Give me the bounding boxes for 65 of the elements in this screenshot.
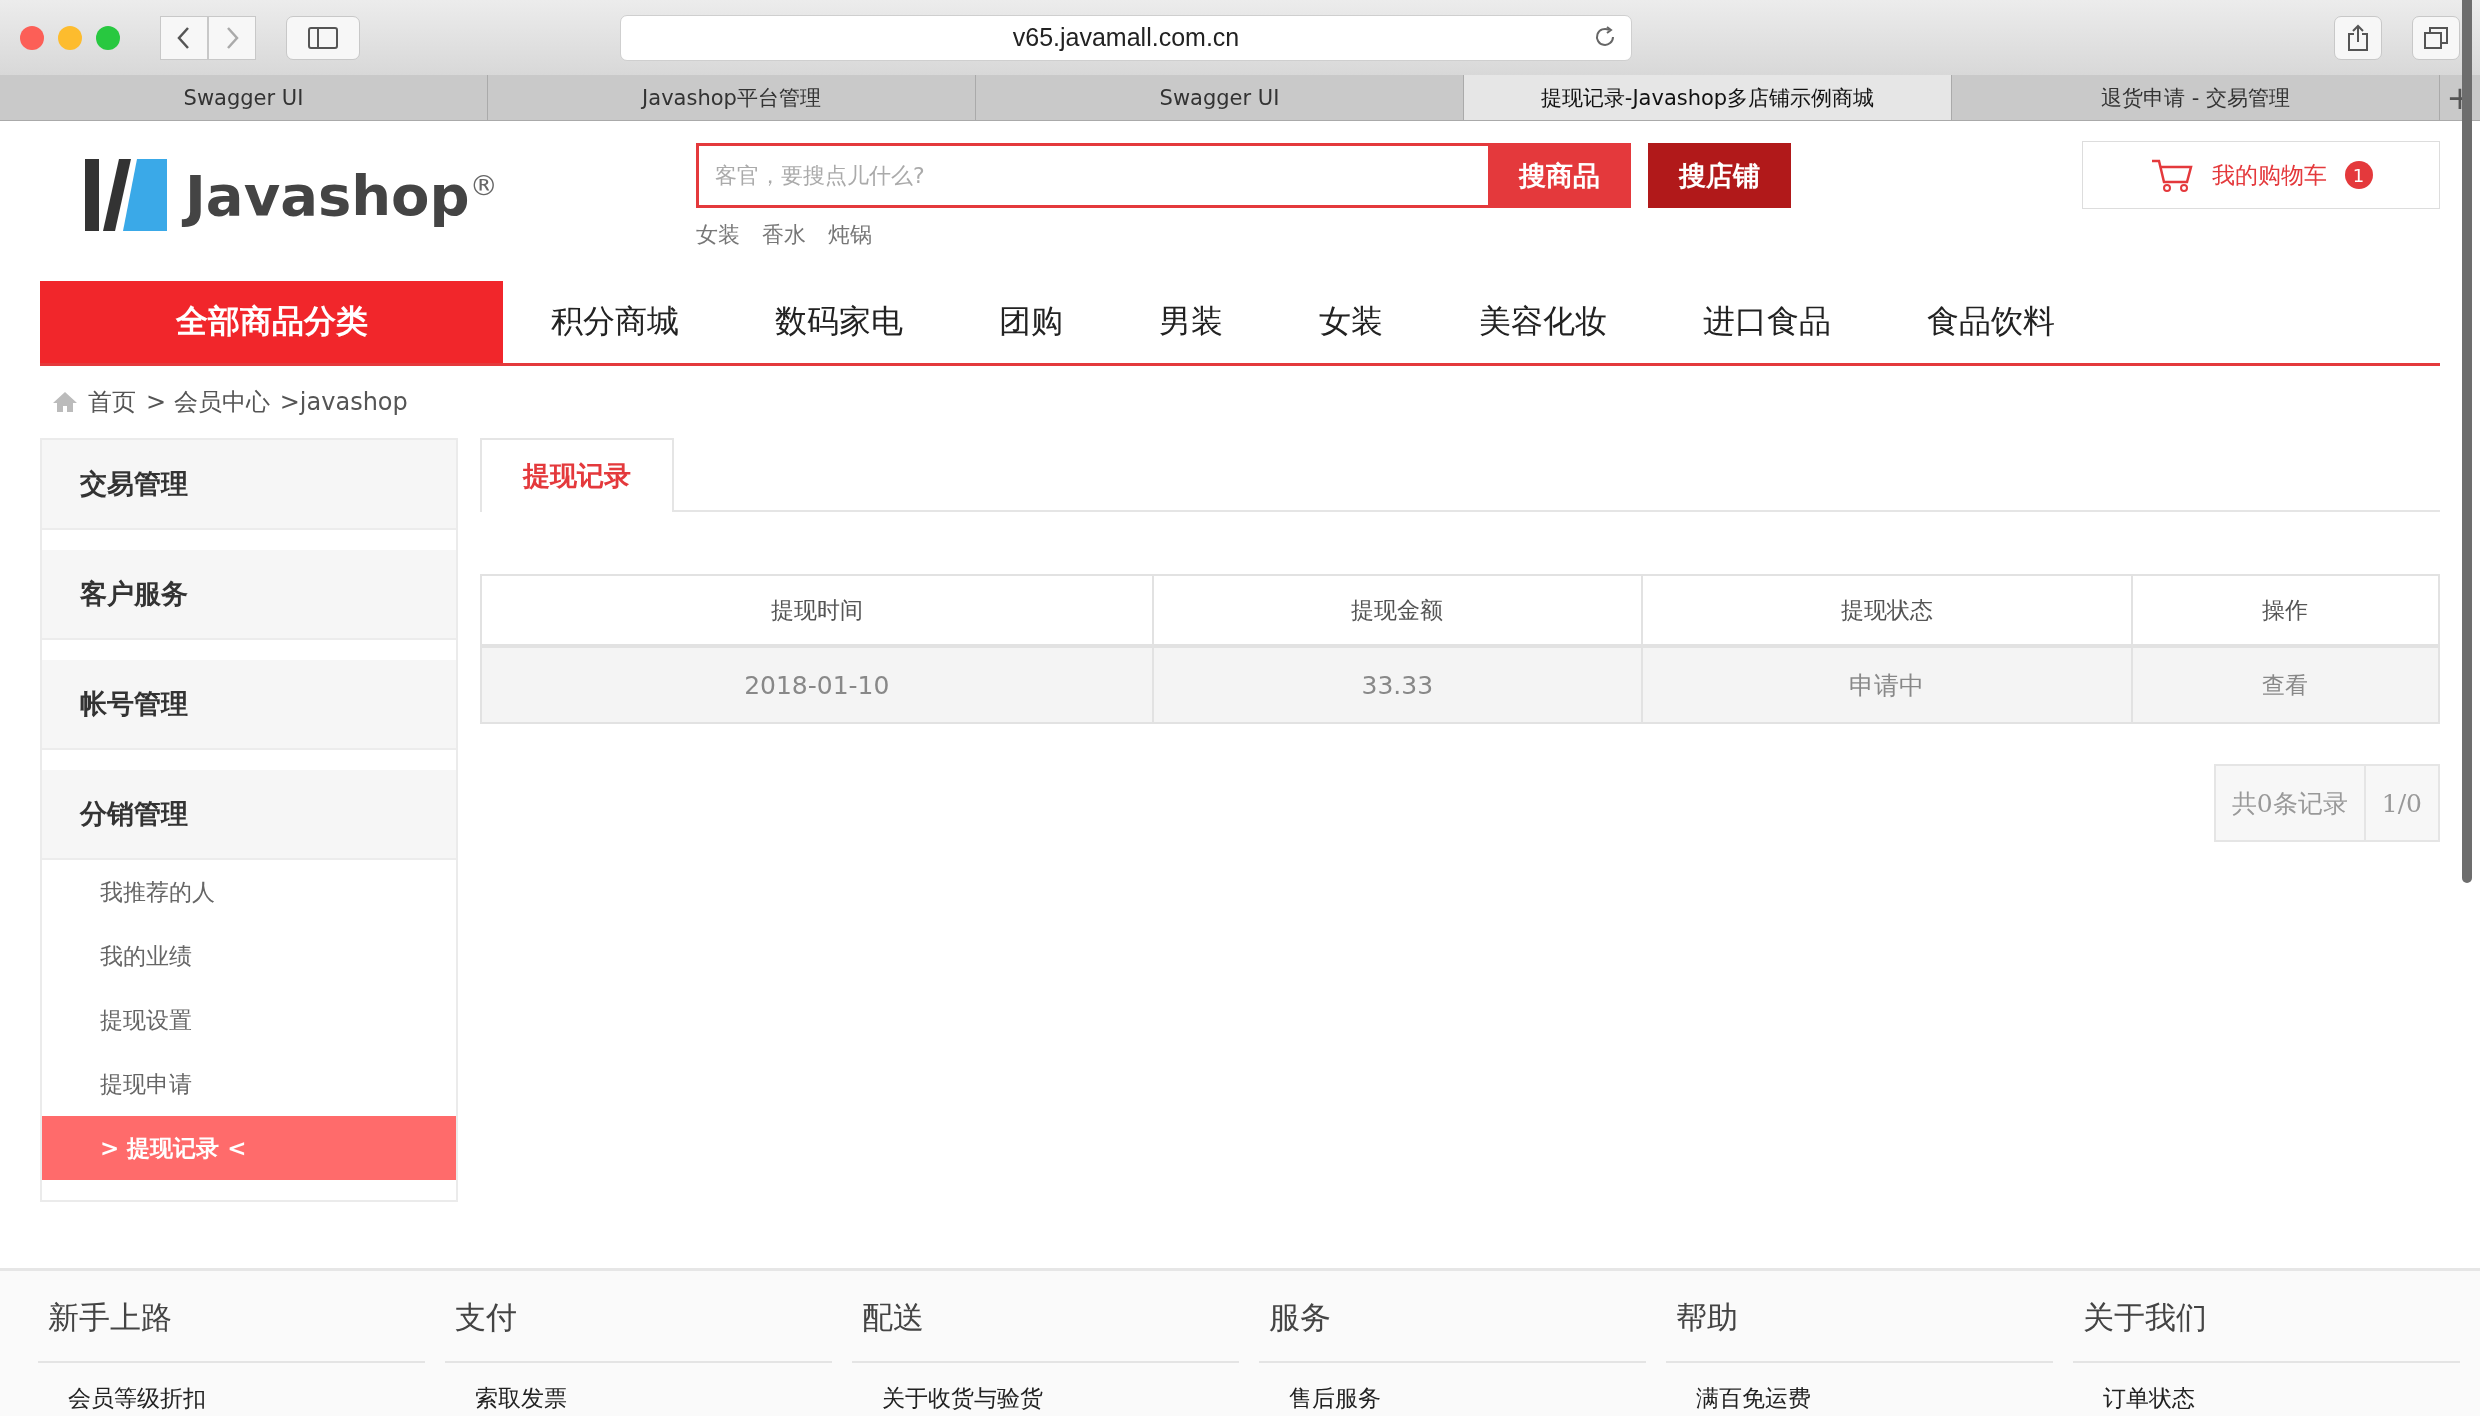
sidebar-section-header[interactable]: 分销管理: [42, 770, 456, 860]
breadcrumb-link[interactable]: >javashop: [279, 388, 408, 416]
nav-link[interactable]: 数码家电: [775, 300, 903, 344]
address-bar[interactable]: v65.javamall.com.cn: [620, 14, 1632, 61]
breadcrumb-link[interactable]: 首页: [88, 386, 136, 418]
footer-heading: 服务: [1259, 1271, 1646, 1363]
cart-count-badge: 1: [2344, 161, 2373, 189]
scrollbar-thumb[interactable]: [2462, 0, 2472, 883]
forward-icon: [224, 25, 240, 50]
search-button[interactable]: 搜店铺: [1648, 143, 1791, 208]
cart-button[interactable]: 我的购物车 1: [2082, 141, 2440, 209]
cart-icon: [2149, 158, 2194, 192]
tabs-icon: [2423, 25, 2449, 50]
search-button[interactable]: 搜商品: [1488, 143, 1631, 208]
record-count: 共0条记录: [2213, 764, 2366, 842]
footer-link[interactable]: 订单状态: [2073, 1363, 2460, 1414]
sidebar-section-header[interactable]: 帐号管理: [42, 660, 456, 750]
browser-tab[interactable]: 提现记录-Javashop多店铺示例商城: [1464, 75, 1952, 120]
footer-heading: 关于我们: [2073, 1271, 2460, 1363]
back-icon: [176, 25, 192, 50]
hot-search-link[interactable]: 炖锅: [828, 220, 872, 250]
reload-icon[interactable]: [1593, 24, 1617, 49]
nav-link[interactable]: 团购: [999, 300, 1063, 344]
footer-link[interactable]: 关于收货与验货: [852, 1363, 1239, 1414]
footer-heading: 配送: [852, 1271, 1239, 1363]
table-cell: 2018-01-10: [481, 646, 1153, 723]
sidebar-section-header[interactable]: 客户服务: [42, 550, 456, 640]
nav-link[interactable]: 女装: [1319, 300, 1383, 344]
nav-link[interactable]: 进口食品: [1703, 300, 1831, 344]
breadcrumb-link[interactable]: > 会员中心: [146, 386, 270, 418]
footer-link[interactable]: 会员等级折扣: [38, 1363, 425, 1414]
all-categories-menu[interactable]: 全部商品分类: [40, 281, 503, 363]
sidebar-toggle-button[interactable]: [286, 15, 360, 60]
sidebar-item[interactable]: 我推荐的人: [42, 860, 456, 924]
share-icon: [2347, 23, 2369, 52]
nav-link[interactable]: 男装: [1159, 300, 1223, 344]
browser-tab[interactable]: Javashop平台管理: [488, 75, 976, 120]
search-field[interactable]: 客官，要搜点儿什么?: [696, 143, 1488, 208]
back-button[interactable]: [160, 15, 208, 60]
footer-link[interactable]: 索取发票: [445, 1363, 832, 1414]
browser-tab[interactable]: 退货申请 - 交易管理: [1952, 75, 2440, 120]
table-cell: 申请中: [1642, 646, 2132, 723]
sidebar-item[interactable]: 提现设置: [42, 988, 456, 1052]
nav-link[interactable]: 美容化妆: [1479, 300, 1607, 344]
footer-link[interactable]: 满百免运费: [1666, 1363, 2053, 1414]
tabs-overview-button[interactable]: [2412, 15, 2460, 60]
content-tab[interactable]: 提现记录: [480, 438, 674, 512]
footer-link[interactable]: 售后服务: [1259, 1363, 1646, 1414]
logo-icon: [85, 157, 169, 233]
browser-tab[interactable]: Swagger UI: [0, 75, 488, 120]
footer-heading: 帮助: [1666, 1271, 2053, 1363]
nav-link[interactable]: 食品饮料: [1927, 300, 2055, 344]
footer-heading: 新手上路: [38, 1271, 425, 1363]
page-indicator: 1/0: [2363, 764, 2440, 842]
sidebar-item[interactable]: 我的业绩: [42, 924, 456, 988]
sidebar-item[interactable]: 提现申请: [42, 1052, 456, 1116]
sidebar-icon: [308, 26, 338, 49]
table-cell: 33.33: [1152, 646, 1643, 723]
hot-search-link[interactable]: 香水: [762, 220, 806, 250]
share-button[interactable]: [2334, 15, 2382, 60]
sidebar-section-header[interactable]: 交易管理: [42, 440, 456, 530]
hot-search-link[interactable]: 女装: [696, 220, 740, 250]
footer-heading: 支付: [445, 1271, 832, 1363]
home-icon: [52, 391, 78, 413]
nav-link[interactable]: 积分商城: [551, 300, 679, 344]
